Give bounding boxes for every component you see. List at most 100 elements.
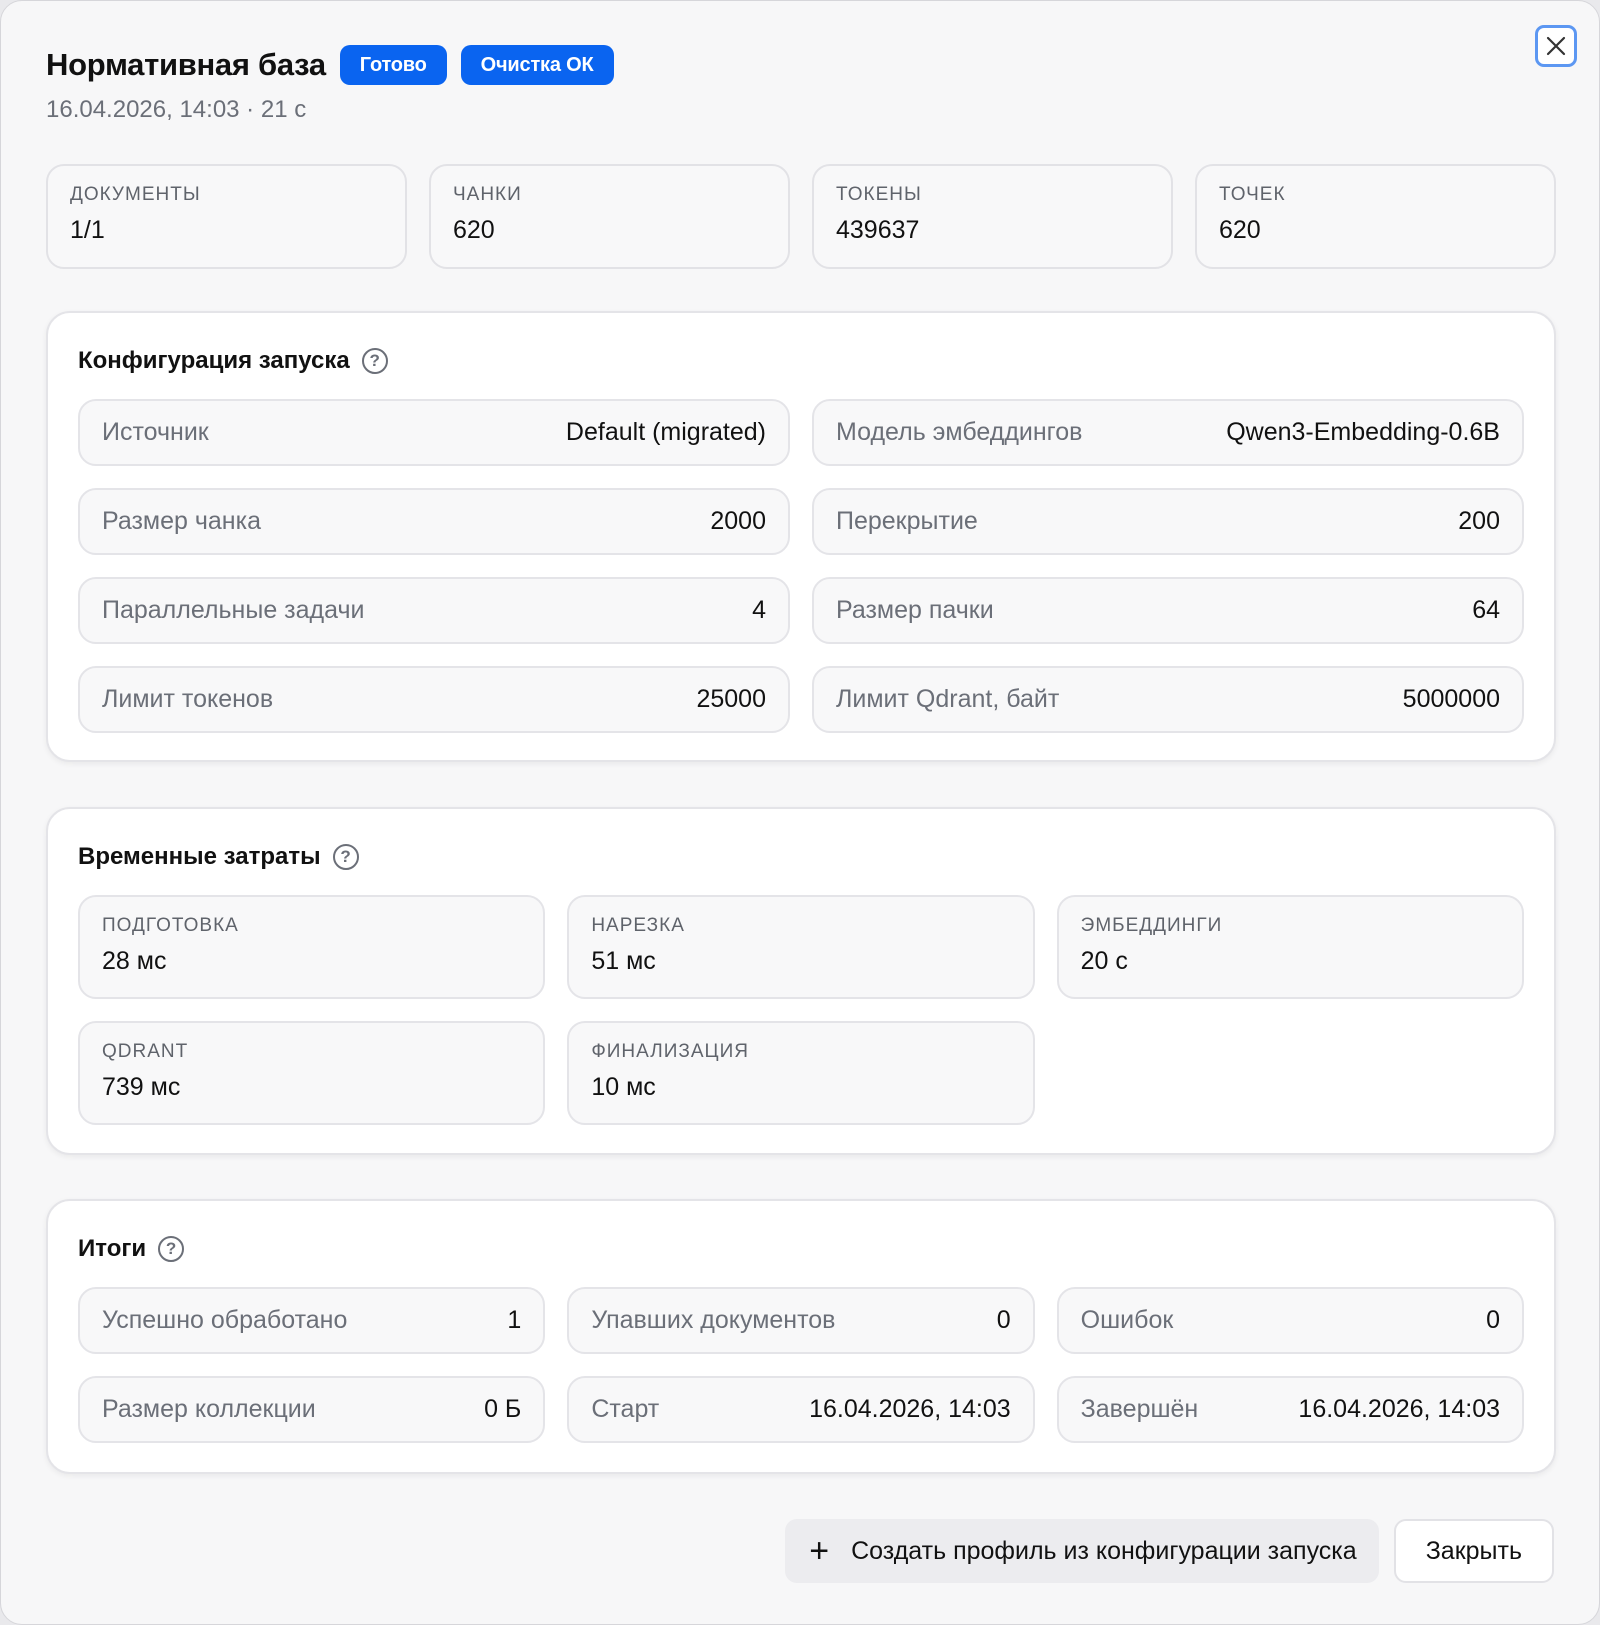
timing-value: 739 мс xyxy=(102,1073,181,1101)
config-row-source: Источник Default (migrated) xyxy=(78,399,790,466)
config-row-embedding-model: Модель эмбеддингов Qwen3-Embedding-0.6B xyxy=(812,399,1524,466)
stat-label: ТОЧЕК xyxy=(1219,184,1286,205)
totals-row-start: Старт 16.04.2026, 14:03 xyxy=(567,1376,1035,1443)
timing-section: Временные затраты ? ПОДГОТОВКА 28 мс НАР… xyxy=(46,807,1556,1155)
row-label: Ошибок xyxy=(1080,1306,1174,1334)
row-value: Default (migrated) xyxy=(565,418,766,446)
row-value: 0 xyxy=(1486,1306,1500,1334)
totals-row-failed-docs: Упавших документов 0 xyxy=(567,1287,1035,1354)
row-value: 25000 xyxy=(696,685,766,713)
plus-icon: + xyxy=(809,1532,830,1570)
run-timestamp: 16.04.2026, 14:03 · 21 с xyxy=(46,96,307,123)
section-title-text: Временные затраты xyxy=(78,843,321,870)
row-value: 1 xyxy=(507,1306,522,1334)
row-label: Параллельные задачи xyxy=(102,596,365,624)
row-value: Qwen3-Embedding-0.6B xyxy=(1226,418,1500,446)
row-value: 4 xyxy=(752,596,766,624)
row-label: Источник xyxy=(102,418,209,446)
config-grid: Источник Default (migrated) Модель эмбед… xyxy=(78,399,1524,733)
timing-value: 20 с xyxy=(1080,947,1128,975)
stat-label: ДОКУМЕНТЫ xyxy=(70,184,201,205)
row-label: Размер коллекции xyxy=(102,1395,316,1423)
timing-section-title: Временные затраты ? xyxy=(78,839,1524,875)
timing-label: ПОДГОТОВКА xyxy=(102,915,239,936)
row-label: Успешно обработано xyxy=(102,1306,348,1334)
timing-card-preparation: ПОДГОТОВКА 28 мс xyxy=(78,895,546,999)
row-label: Размер чанка xyxy=(102,507,261,535)
stat-value: 439637 xyxy=(836,216,920,244)
row-label: Модель эмбеддингов xyxy=(836,418,1083,446)
stat-card-chunks: ЧАНКИ 620 xyxy=(429,164,790,269)
totals-row-processed: Успешно обработано 1 xyxy=(78,1287,546,1354)
timing-value: 10 мс xyxy=(591,1073,656,1101)
row-value: 2000 xyxy=(710,507,766,535)
dialog-header: Нормативная база Готово Очистка ОК 16.04… xyxy=(46,43,614,124)
run-details-dialog: Нормативная база Готово Очистка ОК 16.04… xyxy=(0,0,1600,1625)
config-section-title: Конфигурация запуска ? xyxy=(78,343,1524,379)
stat-value: 620 xyxy=(453,216,495,244)
totals-row-errors: Ошибок 0 xyxy=(1056,1287,1524,1354)
timing-card-qdrant: QDRANT 739 мс xyxy=(78,1021,546,1125)
row-label: Размер пачки xyxy=(836,596,994,624)
stat-value: 1/1 xyxy=(70,216,105,244)
create-profile-button[interactable]: + Создать профиль из конфигурации запуск… xyxy=(785,1519,1379,1583)
stat-card-points: ТОЧЕК 620 xyxy=(1195,164,1556,269)
timing-grid: ПОДГОТОВКА 28 мс НАРЕЗКА 51 мс ЭМБЕДДИНГ… xyxy=(78,895,1524,1125)
totals-grid: Успешно обработано 1 Упавших документов … xyxy=(78,1287,1524,1443)
timing-card-embeddings: ЭМБЕДДИНГИ 20 с xyxy=(1056,895,1524,999)
totals-section-title: Итоги ? xyxy=(78,1231,1524,1267)
timing-value: 51 мс xyxy=(591,947,656,975)
timing-card-finalization: ФИНАЛИЗАЦИЯ 10 мс xyxy=(567,1021,1035,1125)
close-button-label: Закрыть xyxy=(1425,1536,1522,1565)
totals-section: Итоги ? Успешно обработано 1 Упавших док… xyxy=(46,1199,1556,1474)
row-value: 64 xyxy=(1472,596,1500,624)
row-value: 0 xyxy=(996,1306,1011,1334)
row-value: 16.04.2026, 14:03 xyxy=(1298,1395,1500,1423)
question-circle-icon[interactable]: ? xyxy=(332,844,359,870)
stat-card-tokens: ТОКЕНЫ 439637 xyxy=(812,164,1173,269)
status-badge: Готово xyxy=(339,45,447,85)
stat-card-documents: ДОКУМЕНТЫ 1/1 xyxy=(46,164,407,269)
stat-value: 620 xyxy=(1219,216,1261,244)
config-row-parallel-tasks: Параллельные задачи 4 xyxy=(78,577,790,644)
config-row-qdrant-limit: Лимит Qdrant, байт 5000000 xyxy=(812,666,1524,733)
config-row-token-limit: Лимит токенов 25000 xyxy=(78,666,790,733)
row-label: Упавших документов xyxy=(591,1306,836,1334)
config-row-chunk-size: Размер чанка 2000 xyxy=(78,488,790,555)
section-title-text: Итоги xyxy=(78,1235,147,1262)
dialog-footer: + Создать профиль из конфигурации запуск… xyxy=(785,1519,1554,1583)
row-label: Лимит токенов xyxy=(102,685,274,713)
totals-row-finished: Завершён 16.04.2026, 14:03 xyxy=(1056,1376,1524,1443)
close-button[interactable]: Закрыть xyxy=(1393,1519,1554,1583)
page-title: Нормативная база xyxy=(46,47,326,82)
row-label: Перекрытие xyxy=(836,507,978,535)
row-value: 200 xyxy=(1458,507,1500,535)
stats-row: ДОКУМЕНТЫ 1/1 ЧАНКИ 620 ТОКЕНЫ 439637 ТО… xyxy=(46,164,1556,269)
row-label: Старт xyxy=(591,1395,660,1423)
question-circle-icon[interactable]: ? xyxy=(158,1236,185,1262)
stat-label: ТОКЕНЫ xyxy=(836,184,922,205)
config-row-batch-size: Размер пачки 64 xyxy=(812,577,1524,644)
close-icon xyxy=(1546,36,1566,56)
cleanup-badge: Очистка ОК xyxy=(460,45,614,85)
config-section: Конфигурация запуска ? Источник Default … xyxy=(46,311,1556,762)
row-value: 0 Б xyxy=(484,1395,522,1423)
timing-label: ЭМБЕДДИНГИ xyxy=(1080,915,1223,936)
row-label: Завершён xyxy=(1080,1395,1199,1423)
question-circle-icon[interactable]: ? xyxy=(361,348,388,374)
title-row: Нормативная база Готово Очистка ОК xyxy=(46,43,614,87)
stat-label: ЧАНКИ xyxy=(453,184,522,205)
timing-label: НАРЕЗКА xyxy=(591,915,685,936)
close-dialog-button[interactable] xyxy=(1535,25,1577,67)
timing-value: 28 мс xyxy=(102,947,167,975)
row-value: 5000000 xyxy=(1402,685,1500,713)
section-title-text: Конфигурация запуска xyxy=(78,347,350,374)
config-row-overlap: Перекрытие 200 xyxy=(812,488,1524,555)
create-profile-label: Создать профиль из конфигурации запуска xyxy=(851,1536,1357,1565)
timing-label: QDRANT xyxy=(102,1041,189,1062)
totals-row-collection-size: Размер коллекции 0 Б xyxy=(78,1376,546,1443)
timing-label: ФИНАЛИЗАЦИЯ xyxy=(591,1041,749,1062)
timing-card-chunking: НАРЕЗКА 51 мс xyxy=(567,895,1035,999)
row-label: Лимит Qdrant, байт xyxy=(836,685,1060,713)
row-value: 16.04.2026, 14:03 xyxy=(809,1395,1011,1423)
